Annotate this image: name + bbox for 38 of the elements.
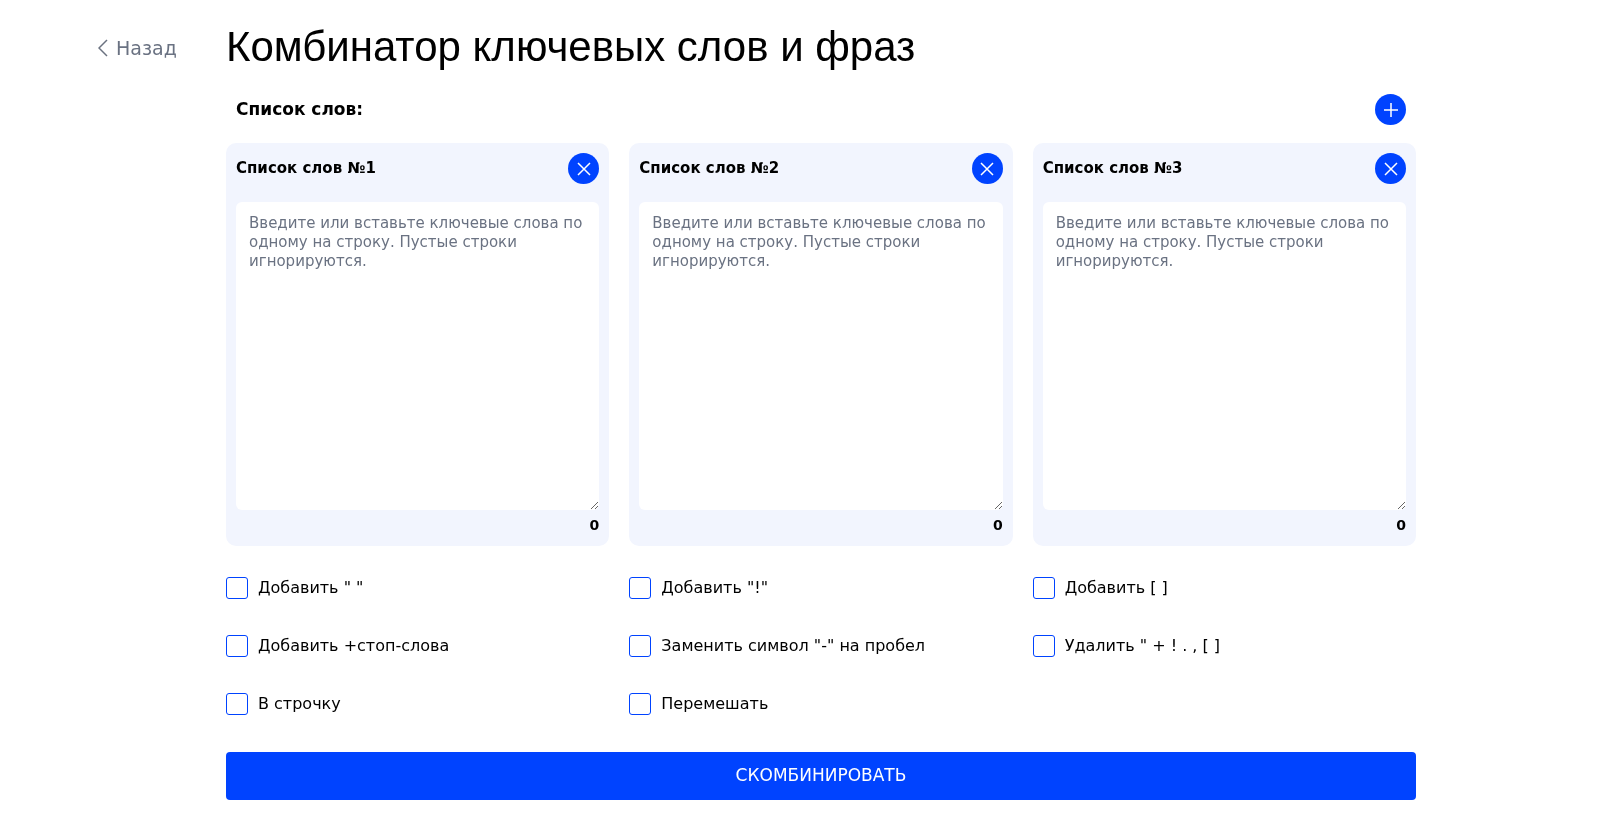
option-label: Перемешать <box>661 693 769 715</box>
word-count: 0 <box>1396 516 1406 535</box>
option-label: Заменить символ "-" на пробел <box>661 635 926 657</box>
plus-icon <box>1383 102 1398 117</box>
checkbox[interactable] <box>629 693 652 715</box>
checkbox[interactable] <box>629 577 652 599</box>
close-icon <box>576 161 591 176</box>
option-label: Удалить " + ! . , [ ] <box>1064 635 1221 657</box>
word-count: 0 <box>992 516 1003 535</box>
page-title: Комбинатор ключевых слов и фраз <box>226 26 917 68</box>
option-label: Добавить "!" <box>661 577 769 599</box>
list-title: Список слов №2 <box>639 158 780 180</box>
back-link[interactable]: Назад <box>98 34 226 63</box>
checkbox[interactable] <box>226 693 248 715</box>
checkbox[interactable] <box>226 635 248 657</box>
list-title: Список слов №1 <box>236 158 376 180</box>
remove-list-button[interactable] <box>568 153 600 184</box>
close-icon <box>1383 161 1398 176</box>
close-icon <box>980 161 995 176</box>
checkbox[interactable] <box>1032 577 1055 599</box>
keywords-field[interactable]: Введите или вставьте ключевые слова по одному на строку. Пустые строки игнорируются. <box>1042 202 1406 510</box>
remove-list-button[interactable] <box>971 153 1003 184</box>
checkbox[interactable] <box>629 635 652 657</box>
word-count: 0 <box>589 516 600 535</box>
section-label: Список слов: <box>236 97 364 121</box>
chevron-left-icon <box>98 39 108 58</box>
list-title: Список слов №3 <box>1042 158 1183 180</box>
checkbox[interactable] <box>226 577 248 599</box>
checkbox[interactable] <box>1032 635 1055 657</box>
option-label: Добавить [ ] <box>1064 577 1168 599</box>
option-label: Добавить " " <box>258 577 364 599</box>
remove-list-button[interactable] <box>1375 153 1406 184</box>
option-label: В строчку <box>258 693 341 715</box>
add-list-button[interactable] <box>1375 94 1406 125</box>
keywords-field[interactable]: Введите или вставьте ключевые слова по одному на строку. Пустые строки игнорируются. <box>236 202 600 510</box>
combine-button[interactable]: СКОМБИНИРОВАТЬ <box>226 752 1416 800</box>
option-label: Добавить +стоп-слова <box>258 635 450 657</box>
keywords-field[interactable]: Введите или вставьте ключевые слова по одному на строку. Пустые строки игнорируются. <box>639 202 1003 510</box>
